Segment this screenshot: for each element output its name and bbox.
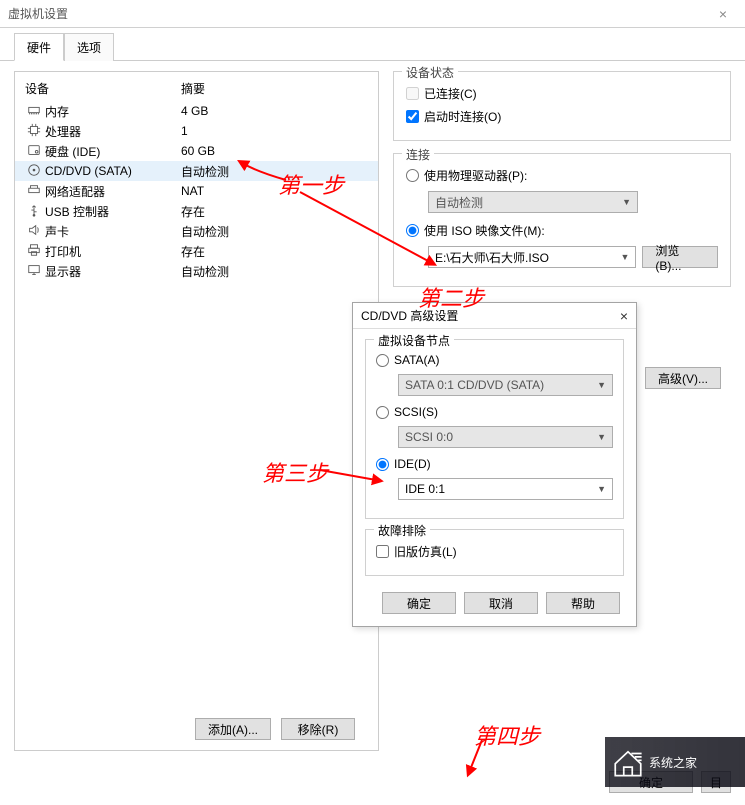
sound-icon	[25, 223, 43, 240]
connection-group-title: 连接	[402, 146, 434, 163]
close-icon[interactable]: ×	[620, 308, 628, 324]
advanced-button[interactable]: 高级(V)...	[645, 367, 721, 389]
device-row-usb[interactable]: USB 控制器存在	[15, 201, 378, 221]
device-row-sound[interactable]: 声卡自动检测	[15, 221, 378, 241]
modal-cancel-button[interactable]: 取消	[464, 592, 538, 614]
ide-radio[interactable]: IDE(D)	[376, 457, 431, 471]
chevron-down-icon: ▼	[622, 197, 631, 207]
advanced-modal: CD/DVD 高级设置 × 虚拟设备节点 SATA(A) SATA 0:1 CD…	[352, 302, 637, 627]
status-group: 设备状态 已连接(C) 启动时连接(O)	[393, 71, 731, 141]
device-row-cpu[interactable]: 处理器1	[15, 121, 378, 141]
ide-combo[interactable]: IDE 0:1 ▼	[398, 478, 613, 500]
troubleshoot-group: 故障排除 旧版仿真(L)	[365, 529, 624, 576]
net-icon	[25, 183, 43, 200]
device-row-disk[interactable]: 硬盘 (IDE)60 GB	[15, 141, 378, 161]
iso-file-radio[interactable]: 使用 ISO 映像文件(M):	[406, 222, 545, 239]
tab-hardware[interactable]: 硬件	[14, 33, 64, 61]
tab-strip: 硬件 选项	[0, 28, 745, 61]
memory-icon	[25, 103, 43, 120]
window-title: 虚拟机设置	[8, 5, 709, 22]
device-row-cd[interactable]: CD/DVD (SATA)自动检测	[15, 161, 378, 181]
connect-on-power-checkbox[interactable]: 启动时连接(O)	[406, 108, 501, 125]
legacy-checkbox[interactable]: 旧版仿真(L)	[376, 543, 457, 560]
device-row-memory[interactable]: 内存4 GB	[15, 101, 378, 121]
sata-combo[interactable]: SATA 0:1 CD/DVD (SATA) ▼	[398, 374, 613, 396]
cpu-icon	[25, 123, 43, 140]
remove-button[interactable]: 移除(R)	[281, 718, 355, 740]
disk-icon	[25, 143, 43, 160]
add-button[interactable]: 添加(A)...	[195, 718, 271, 740]
browse-button[interactable]: 浏览(B)...	[642, 246, 718, 268]
advanced-button-wrap: 高级(V)...	[645, 367, 721, 389]
tab-options[interactable]: 选项	[64, 33, 114, 61]
usb-icon	[25, 203, 43, 220]
display-icon	[25, 263, 43, 280]
modal-footer: 确定 取消 帮助	[365, 586, 624, 614]
chevron-down-icon: ▼	[597, 432, 606, 442]
node-group: 虚拟设备节点 SATA(A) SATA 0:1 CD/DVD (SATA) ▼ …	[365, 339, 624, 519]
chevron-down-icon: ▼	[597, 484, 606, 494]
device-footer: 添加(A)... 移除(R)	[195, 718, 355, 740]
sata-radio[interactable]: SATA(A)	[376, 353, 440, 367]
physical-drive-combo[interactable]: 自动检测 ▼	[428, 191, 638, 213]
header-summary: 摘要	[181, 80, 205, 97]
chevron-down-icon: ▼	[597, 380, 606, 390]
physical-drive-radio[interactable]: 使用物理驱动器(P):	[406, 167, 527, 184]
cd-icon	[25, 163, 43, 180]
modal-ok-button[interactable]: 确定	[382, 592, 456, 614]
status-group-title: 设备状态	[402, 64, 458, 81]
device-row-print[interactable]: 打印机存在	[15, 241, 378, 261]
modal-help-button[interactable]: 帮助	[546, 592, 620, 614]
device-row-net[interactable]: 网络适配器NAT	[15, 181, 378, 201]
watermark: 系统之家	[605, 737, 745, 787]
device-header-row: 设备 摘要	[15, 78, 378, 101]
scsi-combo[interactable]: SCSI 0:0 ▼	[398, 426, 613, 448]
modal-titlebar: CD/DVD 高级设置 ×	[353, 303, 636, 329]
close-icon[interactable]: ×	[709, 6, 737, 22]
print-icon	[25, 243, 43, 260]
device-row-display[interactable]: 显示器自动检测	[15, 261, 378, 281]
connected-checkbox[interactable]: 已连接(C)	[406, 85, 477, 102]
house-icon	[611, 745, 645, 779]
chevron-down-icon: ▼	[620, 252, 629, 262]
titlebar: 虚拟机设置 ×	[0, 0, 745, 28]
header-device: 设备	[25, 80, 181, 97]
device-panel: 设备 摘要 内存4 GB处理器1硬盘 (IDE)60 GBCD/DVD (SAT…	[14, 71, 379, 751]
connection-group: 连接 使用物理驱动器(P): 自动检测 ▼ 使用 ISO 映像文件(M): E:…	[393, 153, 731, 287]
device-list: 内存4 GB处理器1硬盘 (IDE)60 GBCD/DVD (SATA)自动检测…	[15, 101, 378, 281]
iso-file-combo[interactable]: E:\石大师\石大师.ISO ▼	[428, 246, 636, 268]
scsi-radio[interactable]: SCSI(S)	[376, 405, 438, 419]
